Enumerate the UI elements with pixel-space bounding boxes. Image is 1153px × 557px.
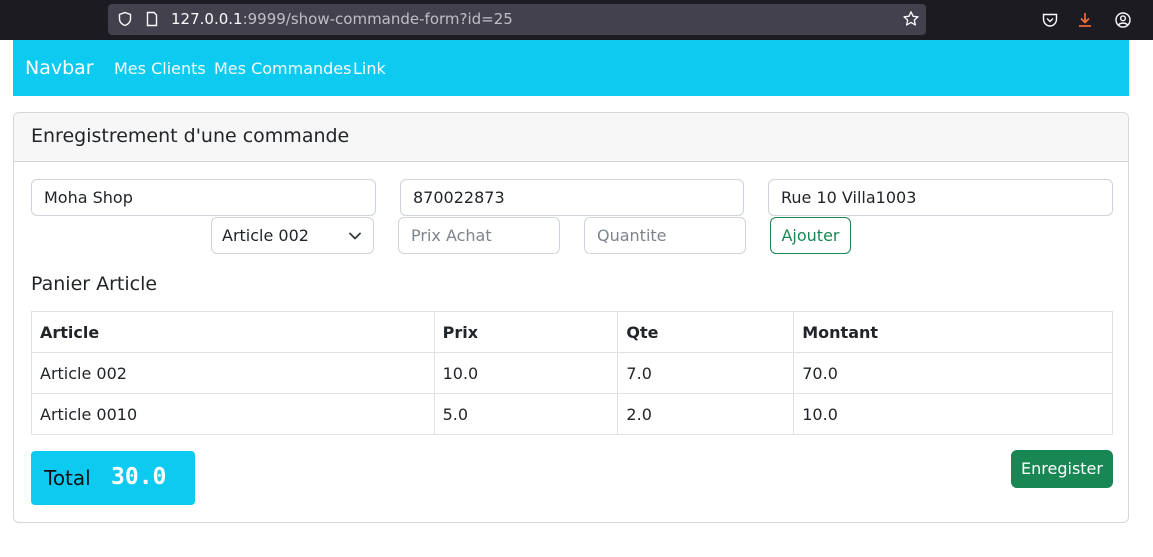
quantite-input[interactable] [584, 217, 746, 254]
navbar-brand[interactable]: Navbar [25, 57, 94, 79]
cell-montant: 10.0 [793, 393, 1113, 435]
navbar: Navbar Mes Clients Mes Commandes Link [13, 40, 1129, 96]
client-name-field[interactable] [31, 179, 376, 216]
column-header-montant: Montant [793, 311, 1113, 353]
column-header-article: Article [31, 311, 435, 353]
cell-article: Article 0010 [31, 393, 435, 435]
chevron-down-icon [349, 232, 361, 240]
commande-card: Enregistrement d'une commande Article 00… [13, 112, 1129, 523]
column-header-qte: Qte [617, 311, 795, 353]
shield-icon[interactable] [117, 11, 133, 27]
enregistrer-button[interactable]: Enregister [1011, 450, 1113, 488]
cell-montant: 70.0 [793, 352, 1113, 394]
nav-link-mes-commandes[interactable]: Mes Commandes [214, 59, 351, 79]
account-icon[interactable] [1114, 11, 1132, 29]
cell-article: Article 002 [31, 352, 435, 394]
pocket-icon[interactable] [1041, 11, 1059, 29]
page-icon[interactable] [144, 11, 160, 27]
download-icon[interactable] [1076, 11, 1094, 29]
browser-toolbar: 127.0.0.1:9999/show-commande-form?id=25 [0, 0, 1153, 40]
address-bar[interactable]: 127.0.0.1:9999/show-commande-form?id=25 [108, 4, 926, 35]
star-icon[interactable] [902, 10, 920, 28]
ajouter-button[interactable]: Ajouter [770, 217, 851, 254]
article-select[interactable]: Article 002 [211, 217, 374, 254]
panier-title: Panier Article [31, 273, 158, 295]
cell-qte: 2.0 [617, 393, 795, 435]
total-label: Total [44, 466, 91, 490]
table-header-row: Article Prix Qte Montant [31, 311, 1113, 353]
cell-prix: 5.0 [433, 393, 619, 435]
nav-link-mes-clients[interactable]: Mes Clients [114, 59, 206, 79]
total-value: 30.0 [111, 464, 167, 490]
url-host: 127.0.0.1 [171, 10, 243, 28]
url-text[interactable]: 127.0.0.1:9999/show-commande-form?id=25 [171, 10, 513, 29]
article-select-value: Article 002 [222, 226, 309, 245]
card-header: Enregistrement d'une commande [14, 113, 1128, 162]
total-box: Total 30.0 [31, 451, 195, 505]
column-header-prix: Prix [433, 311, 619, 353]
nav-link-link[interactable]: Link [353, 59, 386, 79]
url-path: :9999/show-commande-form?id=25 [242, 10, 513, 28]
card-title: Enregistrement d'une commande [31, 125, 350, 147]
client-address-field[interactable] [768, 179, 1113, 216]
table-row: Article 0010 5.0 2.0 10.0 [31, 393, 1113, 435]
cell-prix: 10.0 [433, 352, 619, 394]
panier-table: Article Prix Qte Montant Article 002 10.… [31, 311, 1113, 435]
client-phone-field[interactable] [400, 179, 744, 216]
cell-qte: 7.0 [617, 352, 795, 394]
prix-achat-input[interactable] [398, 217, 560, 254]
table-row: Article 002 10.0 7.0 70.0 [31, 352, 1113, 394]
